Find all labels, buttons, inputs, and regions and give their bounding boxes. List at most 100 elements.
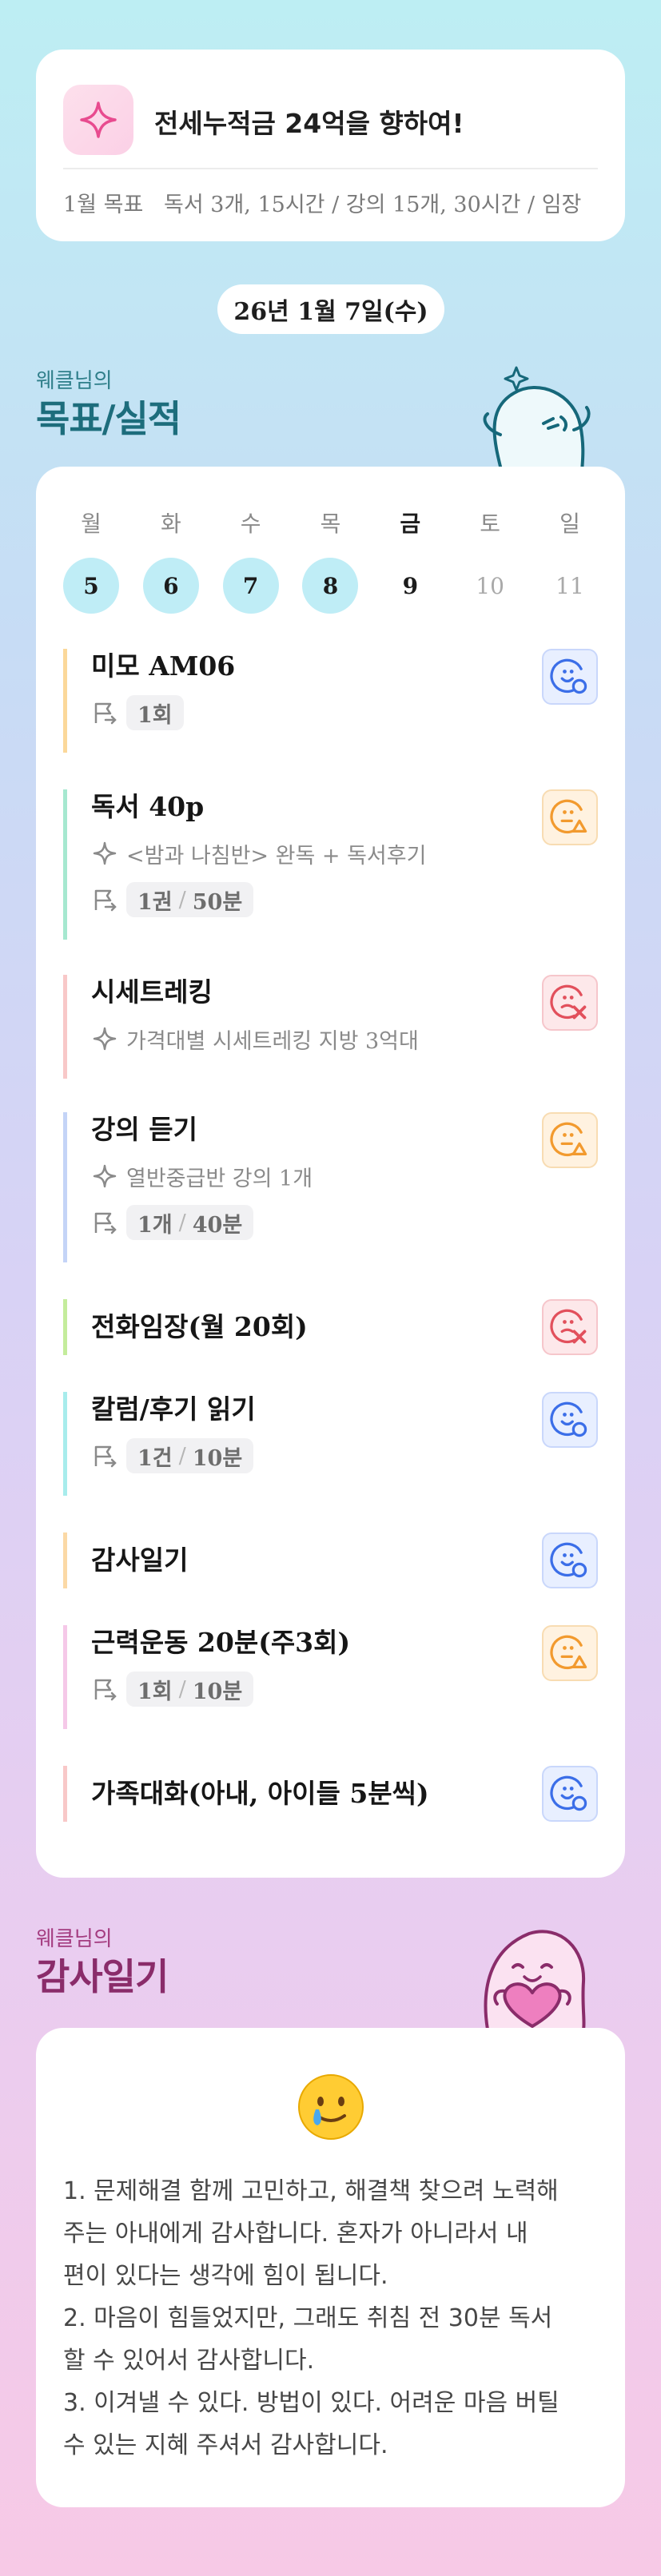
task-desc: <밤과 나침반> 완독 + 독서후기 [126, 843, 427, 869]
day-name: 목 [320, 511, 341, 537]
day-tue[interactable]: 화6 [142, 507, 199, 614]
task-desc-line: <밤과 나침반> 완독 + 독서후기 [91, 836, 598, 871]
status-good-face-icon[interactable] [542, 1392, 598, 1448]
task-title: 미모 AM06 [91, 650, 236, 682]
day-sat[interactable]: 토 10 [462, 507, 518, 614]
week-calendar: 월5 화6 수7 목8 금9 토 10 일 11 [63, 507, 598, 614]
task-item[interactable]: 가족대화(아내, 아이들 5분씩) [63, 1766, 598, 1822]
task-item[interactable]: 강의 듣기 열반중급반 강의 1개 1개/40분 [63, 1112, 598, 1262]
status-good-face-icon[interactable] [542, 649, 598, 705]
task-item[interactable]: 독서 40p <밤과 나침반> 완독 + 독서후기 1권/50분 [63, 789, 598, 940]
sparkle-icon [93, 841, 117, 865]
goal-title: 전세누적금 24억을 향하여! [154, 108, 464, 139]
task-title: 감사일기 [91, 1544, 189, 1576]
day-number: 5 [63, 558, 119, 614]
goal-divider [63, 168, 598, 169]
count-chip: 1회/10분 [126, 1672, 254, 1707]
task-stats: 1건/10분 [91, 1438, 598, 1473]
chip-count: 1회 [137, 702, 173, 728]
task-item[interactable]: 근력운동 20분(주3회) 1회/10분 [63, 1625, 598, 1729]
day-number: 7 [222, 558, 279, 614]
daily-tasks-card: 월5 화6 수7 목8 금9 토 10 일 11 미모 AM06 1회 독서 40p… [36, 467, 625, 1878]
task-item[interactable]: 미모 AM06 1회 [63, 649, 598, 753]
flag-repeat-icon [94, 702, 117, 725]
count-chip: 1개/40분 [126, 1205, 254, 1240]
task-title: 가족대화(아내, 아이들 5분씩) [91, 1778, 429, 1809]
status-bad-face-icon[interactable] [542, 1299, 598, 1355]
task-stats: 1개/40분 [91, 1205, 598, 1240]
diary-line: 2. 마음이 힘들었지만, 그래도 취침 전 30분 독서 [63, 2304, 553, 2332]
diary-section-title: 감사일기 [36, 1955, 169, 1998]
goal-card[interactable]: 전세누적금 24억을 향하여! 1월 목표 독서 3개, 15시간 / 강의 1… [36, 50, 625, 241]
chip-separator: / [178, 887, 186, 912]
task-title: 전화임장(월 20회) [91, 1311, 308, 1342]
sparkle-icon [63, 85, 133, 155]
diary-line: 할 수 있어서 감사합니다. [63, 2347, 315, 2375]
day-number: 11 [555, 572, 584, 599]
date-selector[interactable]: 26년 1월 7일(수) [217, 284, 444, 334]
day-fri[interactable]: 금9 [382, 507, 438, 614]
status-soso-face-icon[interactable] [542, 1625, 598, 1681]
task-title: 독서 40p [91, 791, 205, 822]
task-item[interactable]: 전화임장(월 20회) [63, 1299, 598, 1355]
task-desc-line: 열반중급반 강의 1개 [91, 1159, 598, 1194]
teary-smile-emoji-icon [298, 2074, 364, 2140]
task-stats: 1권/50분 [91, 882, 598, 917]
ghost-mascot-icon [483, 366, 591, 473]
diary-line: 주는 아내에게 감사합니다. 혼자가 아니라서 내 [63, 2220, 528, 2248]
status-soso-face-icon[interactable] [542, 1112, 598, 1168]
task-title: 칼럼/후기 읽기 [91, 1393, 256, 1425]
day-name: 금 [400, 511, 421, 537]
count-chip: 1건/10분 [126, 1438, 254, 1473]
task-stats: 1회/10분 [91, 1672, 598, 1707]
task-item[interactable]: 감사일기 [63, 1532, 598, 1588]
chip-count: 1회 [137, 1679, 173, 1704]
task-item[interactable]: 시세트레킹 가격대별 시세트레킹 지방 3억대 [63, 975, 598, 1079]
day-name: 토 [480, 511, 501, 537]
task-title: 근력운동 20분(주3회) [91, 1627, 351, 1658]
chip-separator: / [178, 1443, 186, 1469]
status-good-face-icon[interactable] [542, 1766, 598, 1822]
heart-mascot-icon [484, 1930, 586, 2029]
count-chip: 1회 [126, 695, 184, 730]
chip-separator: / [178, 1210, 186, 1235]
chip-duration: 10분 [192, 1445, 243, 1471]
day-wed[interactable]: 수7 [222, 507, 279, 614]
diary-line: 3. 이겨낼 수 있다. 방법이 있다. 어려운 마음 버틸 [63, 2389, 559, 2417]
gratitude-diary-card[interactable]: 1. 문제해결 함께 고민하고, 해결책 찾으려 노력해 주는 아내에게 감사합… [36, 2028, 625, 2507]
status-good-face-icon[interactable] [542, 1532, 598, 1588]
flag-repeat-icon [94, 1445, 117, 1468]
day-mon[interactable]: 월5 [63, 507, 119, 614]
diary-line: 수 있는 지혜 주셔서 감사합니다. [63, 2431, 388, 2459]
diary-text: 1. 문제해결 함께 고민하고, 해결책 찾으려 노력해 주는 아내에게 감사합… [63, 2170, 598, 2467]
monthly-goal-text: 1월 목표 독서 3개, 15시간 / 강의 15개, 30시간 / 임장 [63, 193, 582, 217]
day-name: 수 [240, 511, 261, 537]
day-name: 화 [160, 511, 181, 537]
flag-repeat-icon [94, 1679, 117, 1701]
day-name: 일 [559, 511, 580, 537]
chip-count: 1개 [137, 1212, 173, 1238]
task-desc: 가격대별 시세트레킹 지방 3억대 [126, 1028, 419, 1054]
task-stats: 1회 [91, 695, 598, 730]
task-title: 시세트레킹 [91, 976, 213, 1008]
sparkle-icon [93, 1164, 117, 1188]
day-name: 월 [81, 511, 102, 537]
task-item[interactable]: 칼럼/후기 읽기 1건/10분 [63, 1392, 598, 1496]
task-desc-line: 가격대별 시세트레킹 지방 3억대 [91, 1021, 598, 1056]
chip-duration: 10분 [192, 1679, 243, 1704]
flag-repeat-icon [94, 889, 117, 912]
count-chip: 1권/50분 [126, 882, 254, 917]
day-thu[interactable]: 목8 [302, 507, 359, 614]
day-sun[interactable]: 일 11 [542, 507, 598, 614]
chip-count: 1권 [137, 889, 173, 915]
status-bad-face-icon[interactable] [542, 975, 598, 1031]
day-number: 9 [402, 572, 419, 599]
chip-duration: 40분 [192, 1212, 243, 1238]
chip-count: 1건 [137, 1445, 173, 1471]
sparkle-icon [93, 1027, 117, 1051]
chip-duration: 50분 [192, 889, 243, 915]
day-number: 6 [142, 558, 199, 614]
task-desc: 열반중급반 강의 1개 [126, 1166, 313, 1191]
status-soso-face-icon[interactable] [542, 789, 598, 845]
flag-repeat-icon [94, 1212, 117, 1234]
